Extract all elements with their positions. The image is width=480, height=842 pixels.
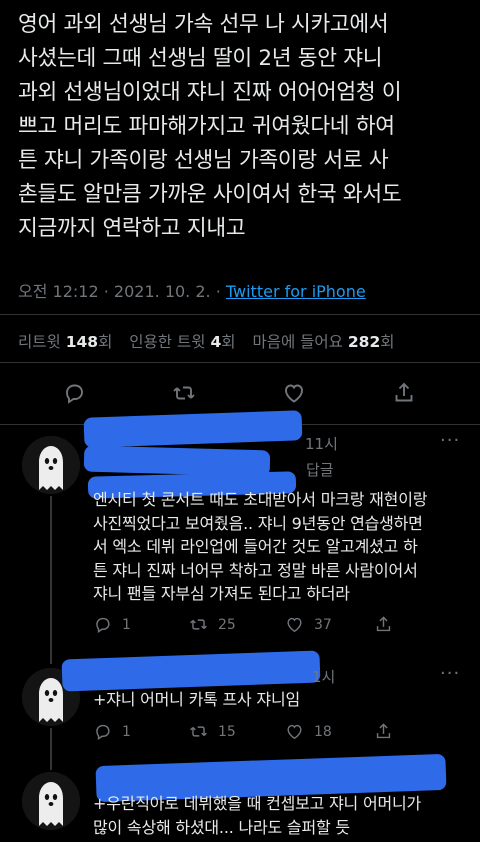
reply-actions: 1 25 37 <box>93 615 453 639</box>
reply-time: 11시 <box>305 435 338 453</box>
tweet-time: 오전 12:12 <box>18 282 99 301</box>
reply-time: 1시 <box>312 668 336 686</box>
share-button[interactable] <box>386 375 422 411</box>
share-icon <box>376 616 391 632</box>
quotes-unit: 회 <box>221 333 236 351</box>
redacted-username <box>61 650 321 692</box>
tweet-stats: 리트윗 148회 인용한 트윗 4회 마음에 들어요 282회 <box>18 330 395 352</box>
like-count: 37 <box>314 616 332 633</box>
avatar[interactable] <box>22 772 80 830</box>
likes-label: 마음에 들어요 <box>252 333 343 351</box>
tweet-actions <box>0 375 480 411</box>
redacted-username <box>83 410 303 448</box>
like-button[interactable]: 18 <box>285 722 332 741</box>
quotes-label: 인용한 트윗 <box>129 333 206 351</box>
avatar[interactable] <box>22 436 80 494</box>
like-count: 18 <box>314 723 332 740</box>
like-button[interactable] <box>276 375 312 411</box>
reply-icon <box>96 724 110 740</box>
retweet-button[interactable]: 25 <box>189 615 236 634</box>
tweet-date: 2021. 10. 2. <box>113 282 211 301</box>
retweet-icon <box>190 726 207 737</box>
thread-line <box>50 728 52 770</box>
like-icon <box>285 384 303 403</box>
meta-separator: · <box>103 282 109 301</box>
retweet-button[interactable] <box>166 375 202 411</box>
reply-button[interactable]: 1 <box>93 722 131 741</box>
meta-separator: · <box>215 282 221 301</box>
share-button[interactable] <box>374 722 393 741</box>
divider <box>0 362 480 363</box>
share-icon <box>395 382 413 402</box>
reply-text: +쟈니 어머니 카톡 프사 쟈니임 <box>93 690 300 709</box>
more-options-button[interactable]: ··· <box>440 663 460 684</box>
like-icon <box>287 724 302 740</box>
retweets-label: 리트윗 <box>18 333 61 351</box>
tweet-source-link[interactable]: Twitter for iPhone <box>226 282 366 301</box>
quotes-stat[interactable]: 인용한 트윗 4회 <box>129 333 235 351</box>
more-options-button[interactable]: ··· <box>440 430 460 451</box>
thread-line <box>50 496 52 664</box>
reply-icon <box>96 617 110 633</box>
reply-button[interactable]: 1 <box>93 615 131 634</box>
tweet-meta: 오전 12:12 · 2021. 10. 2. · Twitter for iP… <box>18 278 366 302</box>
retweet-button[interactable]: 15 <box>189 722 236 741</box>
ghost-avatar-icon <box>22 436 80 494</box>
reply-count: 1 <box>122 723 131 740</box>
retweets-count: 148 <box>65 333 99 351</box>
retweet-count: 15 <box>218 723 236 740</box>
reply-text: 엔시티 첫 콘서트 때도 초대받아서 마크랑 재현이랑 사진찍었다고 보여줬음.… <box>93 490 428 603</box>
retweets-stat[interactable]: 리트윗 148회 <box>18 333 112 351</box>
share-button[interactable] <box>374 615 393 634</box>
likes-count: 282 <box>347 333 381 351</box>
like-icon <box>287 617 302 633</box>
share-icon <box>376 723 391 739</box>
reply-tag: 답글 <box>306 461 334 479</box>
reply-text: +우란직아로 데뷔했을 때 컨셉보고 쟈니 어머니가 많이 속상해 하셨대...… <box>93 794 422 837</box>
reply-actions: 1 15 18 <box>93 722 453 746</box>
reply-count: 1 <box>122 616 131 633</box>
ghost-avatar-icon <box>22 772 80 830</box>
quotes-count: 4 <box>210 333 222 351</box>
reply-button[interactable] <box>56 375 92 411</box>
retweet-count: 25 <box>218 616 236 633</box>
retweets-unit: 회 <box>98 333 113 351</box>
reply-icon <box>66 384 83 404</box>
retweet-icon <box>190 619 207 630</box>
retweet-icon <box>173 386 195 400</box>
like-button[interactable]: 37 <box>285 615 332 634</box>
divider <box>0 314 480 315</box>
likes-unit: 회 <box>380 333 395 351</box>
likes-stat[interactable]: 마음에 들어요 282회 <box>252 333 394 351</box>
tweet-text: 영어 과외 선생님 가속 선무 나 시카고에서 사셨는데 그때 선생님 딸이 2… <box>18 12 402 241</box>
